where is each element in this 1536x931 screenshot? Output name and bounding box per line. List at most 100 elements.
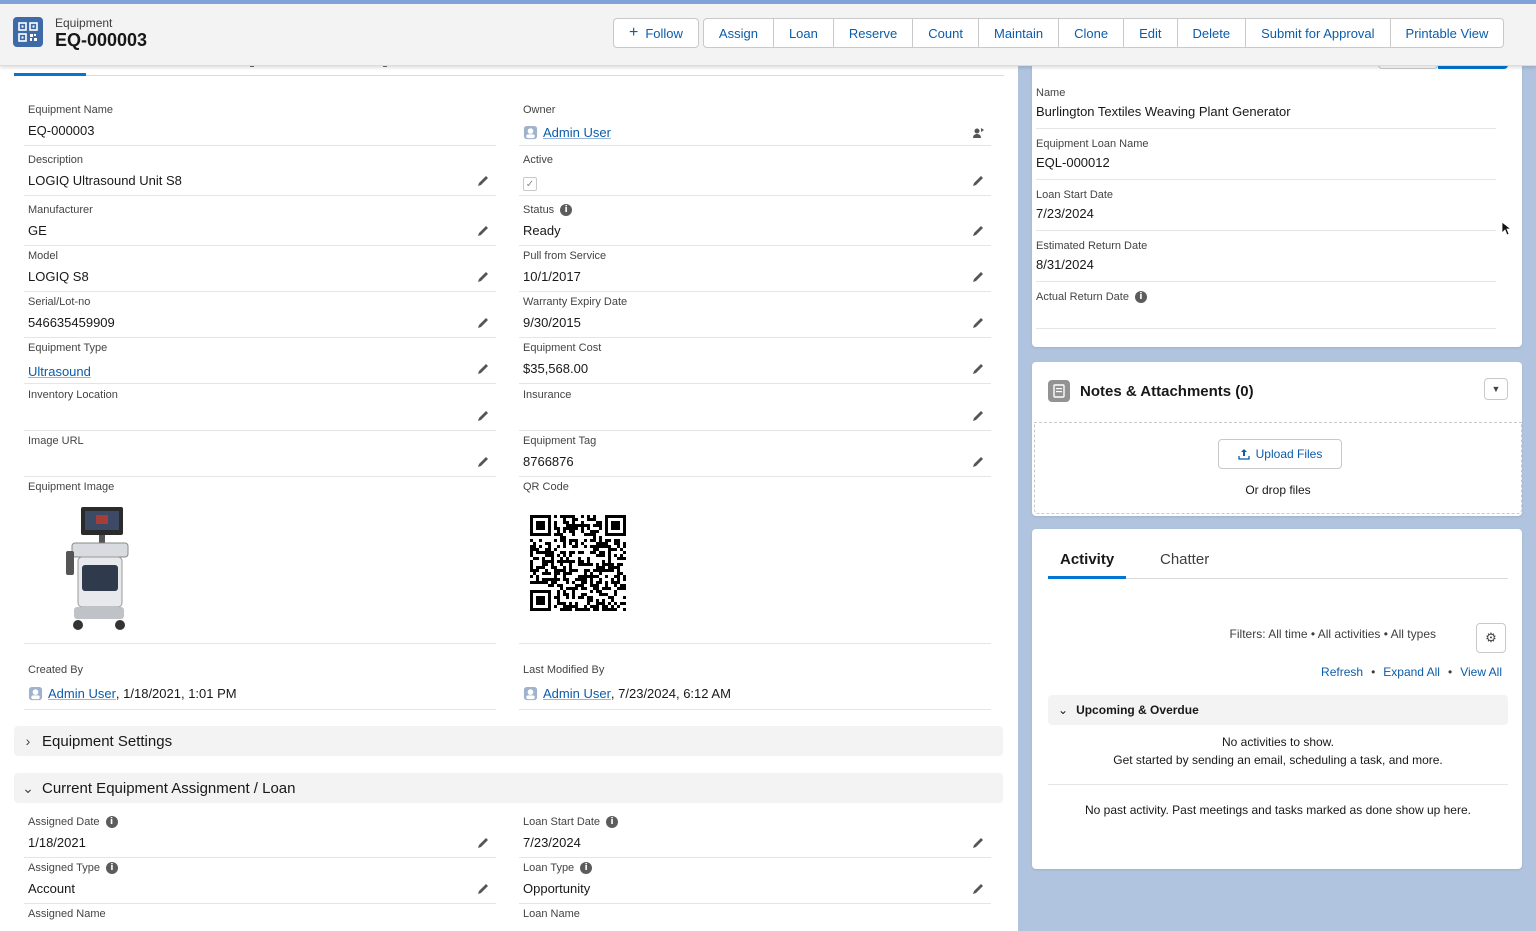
field-created-by: Created By Admin User, 1/18/2021, 1:01 P… bbox=[24, 660, 496, 710]
loan-button[interactable]: Loan bbox=[772, 18, 834, 48]
chevron-down-icon[interactable]: ▼ bbox=[1484, 378, 1508, 400]
edit-pencil-icon[interactable] bbox=[476, 316, 490, 330]
field-value: EQ-000003 bbox=[28, 123, 95, 138]
get-started-text: Get started by sending an email, schedul… bbox=[1113, 753, 1443, 767]
field-insurance: Insurance bbox=[519, 385, 991, 431]
tab-chatter[interactable]: Chatter bbox=[1148, 551, 1221, 579]
field-label: Warranty Expiry Date bbox=[523, 296, 628, 308]
edit-pencil-icon[interactable] bbox=[476, 174, 490, 188]
field-label: Last Modified By bbox=[523, 664, 605, 676]
gear-icon[interactable]: ⚙ bbox=[1476, 623, 1506, 653]
field-equipment-image: Equipment Image bbox=[24, 477, 496, 644]
loan-field-actual-return: Actual Return Date i bbox=[1036, 287, 1496, 329]
info-icon[interactable]: i bbox=[580, 862, 593, 874]
field-value: GE bbox=[28, 223, 47, 238]
created-by-user-link[interactable]: Admin User bbox=[48, 686, 116, 701]
edit-pencil-icon[interactable] bbox=[971, 174, 985, 188]
activity-tabs: Activity Chatter bbox=[1048, 547, 1508, 579]
edit-pencil-icon[interactable] bbox=[476, 836, 490, 850]
info-icon[interactable]: i bbox=[606, 816, 619, 828]
field-value: Burlington Textiles Weaving Plant Genera… bbox=[1036, 104, 1291, 119]
modified-by-user-link[interactable]: Admin User bbox=[543, 686, 611, 701]
section-current-assignment[interactable]: ⌄ Current Equipment Assignment / Loan bbox=[14, 773, 1003, 803]
field-label: Serial/Lot-no bbox=[28, 296, 91, 308]
field-label: Model bbox=[28, 250, 58, 262]
field-loan-name: Loan Name bbox=[519, 904, 991, 931]
count-button[interactable]: Count bbox=[912, 18, 979, 48]
reserve-button[interactable]: Reserve bbox=[832, 18, 914, 48]
chevron-down-icon: ⌄ bbox=[1058, 703, 1069, 717]
edit-pencil-icon[interactable] bbox=[476, 882, 490, 896]
field-label: Active bbox=[523, 154, 553, 166]
submit-for-approval-button[interactable]: Submit for Approval bbox=[1245, 18, 1391, 48]
field-label: Inventory Location bbox=[28, 389, 118, 401]
edit-pencil-icon[interactable] bbox=[476, 362, 490, 376]
field-qr-code: QR Code bbox=[519, 477, 991, 644]
field-label: Manufacturer bbox=[28, 204, 93, 216]
upcoming-title: Upcoming & Overdue bbox=[1076, 703, 1199, 717]
action-button-bar: + Follow Assign Loan Reserve Count Maint… bbox=[613, 18, 1505, 48]
delete-button[interactable]: Delete bbox=[1176, 18, 1247, 48]
edit-pencil-icon[interactable] bbox=[971, 836, 985, 850]
activity-card: Activity Chatter Filters: All time • All… bbox=[1032, 529, 1522, 869]
edit-button[interactable]: Edit bbox=[1123, 18, 1178, 48]
equipment-type-link[interactable]: Ultrasound bbox=[28, 364, 91, 379]
change-owner-icon[interactable] bbox=[971, 126, 985, 140]
owner-link[interactable]: Admin User bbox=[543, 125, 611, 140]
expand-all-link[interactable]: Expand All bbox=[1383, 665, 1440, 679]
chevron-down-icon: ⌄ bbox=[22, 779, 34, 796]
edit-pencil-icon[interactable] bbox=[971, 409, 985, 423]
field-value: Ready bbox=[523, 223, 561, 238]
activity-filters-text[interactable]: Filters: All time • All activities • All… bbox=[1230, 627, 1436, 641]
refresh-link[interactable]: Refresh bbox=[1321, 665, 1363, 679]
section-title: Current Equipment Assignment / Loan bbox=[42, 779, 296, 797]
assign-button[interactable]: Assign bbox=[702, 18, 774, 48]
field-value: LOGIQ Ultrasound Unit S8 bbox=[28, 173, 182, 188]
tab-details-active-indicator[interactable] bbox=[14, 73, 86, 76]
field-value: Account bbox=[28, 881, 75, 896]
view-all-link[interactable]: View All bbox=[1460, 665, 1502, 679]
field-label: Loan Name bbox=[523, 908, 580, 920]
divider bbox=[1048, 784, 1508, 785]
section-title: Equipment Settings bbox=[42, 732, 173, 750]
edit-pencil-icon[interactable] bbox=[971, 316, 985, 330]
field-label: Loan Start Date bbox=[1036, 189, 1114, 201]
edit-pencil-icon[interactable] bbox=[476, 409, 490, 423]
file-drop-zone[interactable]: Upload Files Or drop files bbox=[1034, 422, 1522, 514]
tab-activity[interactable]: Activity bbox=[1048, 551, 1127, 579]
equipment-qr-icon bbox=[13, 17, 43, 47]
field-label: Owner bbox=[523, 104, 556, 116]
edit-pencil-icon[interactable] bbox=[971, 270, 985, 284]
edit-pencil-icon[interactable] bbox=[971, 362, 985, 376]
field-model: Model LOGIQ S8 bbox=[24, 246, 496, 292]
info-icon[interactable]: i bbox=[1134, 291, 1147, 303]
upload-label: Upload Files bbox=[1255, 447, 1323, 461]
info-icon[interactable]: i bbox=[105, 862, 118, 874]
edit-pencil-icon[interactable] bbox=[476, 224, 490, 238]
clone-button[interactable]: Clone bbox=[1058, 18, 1125, 48]
edit-pencil-icon[interactable] bbox=[476, 455, 490, 469]
record-title: EQ-000003 bbox=[55, 30, 148, 50]
field-label: Equipment Name bbox=[28, 104, 113, 116]
field-value: 1/18/2021 bbox=[28, 835, 86, 850]
field-label: Actual Return Date bbox=[1036, 291, 1129, 303]
field-label: Equipment Tag bbox=[523, 435, 597, 447]
field-assigned-date: Assigned Date i 1/18/2021 bbox=[24, 812, 496, 858]
edit-pencil-icon[interactable] bbox=[971, 455, 985, 469]
info-icon[interactable]: i bbox=[105, 816, 118, 828]
loan-field-estimated-return: Estimated Return Date 8/31/2024 bbox=[1036, 236, 1496, 282]
follow-button[interactable]: + Follow bbox=[613, 18, 699, 48]
edit-pencil-icon[interactable] bbox=[971, 882, 985, 896]
upcoming-overdue-section[interactable]: ⌄ Upcoming & Overdue bbox=[1048, 695, 1508, 725]
maintain-button[interactable]: Maintain bbox=[978, 18, 1060, 48]
user-avatar-icon bbox=[523, 686, 538, 701]
printable-view-button[interactable]: Printable View bbox=[1389, 18, 1505, 48]
field-label: Loan Type bbox=[523, 862, 575, 874]
edit-pencil-icon[interactable] bbox=[971, 224, 985, 238]
field-loan-start-date: Loan Start Date i 7/23/2024 bbox=[519, 812, 991, 858]
info-icon[interactable]: i bbox=[560, 204, 573, 216]
upload-files-button[interactable]: Upload Files bbox=[1218, 439, 1342, 469]
notes-attachments-card: Notes & Attachments (0) ▼ Upload Files O… bbox=[1032, 362, 1522, 516]
section-equipment-settings[interactable]: › Equipment Settings bbox=[14, 726, 1003, 756]
edit-pencil-icon[interactable] bbox=[476, 270, 490, 284]
